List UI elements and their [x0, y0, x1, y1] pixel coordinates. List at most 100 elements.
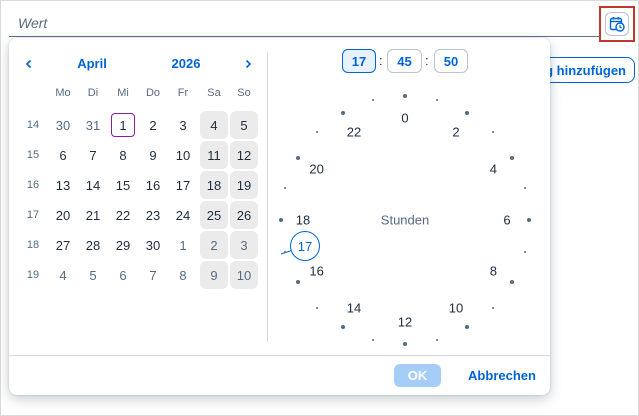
clock-center-label: Stunden	[380, 212, 430, 228]
day-cell[interactable]: 1	[169, 231, 197, 259]
clock-major-tick	[510, 156, 515, 160]
day-cell[interactable]: 5	[230, 111, 258, 139]
week-number: 17	[26, 209, 40, 221]
weekday-header: Fr	[177, 87, 189, 99]
datetime-picker-button[interactable]	[599, 6, 635, 42]
clock-major-tick	[403, 94, 407, 98]
day-cell[interactable]: 30	[49, 111, 77, 139]
day-cell[interactable]: 22	[109, 201, 137, 229]
ok-button[interactable]: OK	[394, 364, 441, 387]
day-cell[interactable]: 8	[169, 261, 197, 289]
day-cell[interactable]: 7	[139, 261, 167, 289]
clock-minor-tick	[284, 186, 287, 189]
value-field[interactable]	[9, 10, 632, 37]
day-cell[interactable]: 10	[169, 141, 197, 169]
day-cell[interactable]: 28	[79, 231, 107, 259]
weekday-header: Di	[87, 87, 99, 99]
day-cell[interactable]: 6	[49, 141, 77, 169]
day-cell[interactable]: 30	[139, 231, 167, 259]
day-cell[interactable]: 8	[109, 141, 137, 169]
next-month-button[interactable]	[238, 54, 258, 74]
popover-footer: OK Abbrechen	[9, 355, 550, 395]
day-cell[interactable]: 13	[49, 171, 77, 199]
day-cell[interactable]: 4	[200, 111, 228, 139]
value-input[interactable]	[9, 10, 599, 36]
day-cell[interactable]: 29	[109, 231, 137, 259]
weekday-header: Mi	[117, 87, 129, 99]
clock-hour-label[interactable]: 0	[401, 111, 408, 126]
day-cell[interactable]: 31	[79, 111, 107, 139]
day-cell[interactable]: 20	[49, 201, 77, 229]
day-cell[interactable]: 9	[139, 141, 167, 169]
day-cell[interactable]: 12	[230, 141, 258, 169]
day-cell[interactable]: 9	[200, 261, 228, 289]
clock-minor-tick	[491, 306, 494, 309]
day-cell[interactable]: 19	[230, 171, 258, 199]
day-cell[interactable]: 15	[109, 171, 137, 199]
clock-major-tick	[341, 325, 345, 330]
day-cell[interactable]: 21	[79, 201, 107, 229]
clock-hour-label[interactable]: 6	[503, 213, 510, 228]
clock-minor-tick	[523, 186, 526, 189]
calendar-clock-icon	[609, 17, 625, 32]
clock-minor-tick	[371, 99, 374, 102]
prev-month-button[interactable]	[19, 54, 39, 74]
day-cell[interactable]: 5	[79, 261, 107, 289]
day-cell[interactable]: 3	[230, 231, 258, 259]
day-cell[interactable]: 27	[49, 231, 77, 259]
weekday-header: Mo	[55, 87, 71, 99]
day-cell[interactable]: 11	[200, 141, 228, 169]
hours-clock[interactable]: Stunden 17 0 2 4 6 8 10 12 14 16 18 20 22	[277, 78, 537, 358]
clock-minor-tick	[436, 338, 439, 341]
day-cell[interactable]: 23	[139, 201, 167, 229]
clock-hour-label[interactable]: 10	[449, 301, 463, 316]
clock-major-tick	[341, 110, 345, 115]
clock-major-tick	[465, 325, 469, 330]
day-cell[interactable]: 24	[169, 201, 197, 229]
day-cell[interactable]: 7	[79, 141, 107, 169]
month-button[interactable]: April	[67, 54, 117, 74]
clock-minor-tick	[316, 306, 319, 309]
day-cell[interactable]: 2	[139, 111, 167, 139]
selected-hour[interactable]: 17	[290, 231, 320, 261]
week-number: 14	[26, 119, 40, 131]
day-cell[interactable]: 2	[200, 231, 228, 259]
weekday-header: Sa	[207, 87, 221, 99]
chevron-right-icon	[245, 59, 252, 69]
week-number: 18	[26, 239, 40, 251]
clock-minor-tick	[491, 131, 494, 134]
day-cell-today[interactable]: 1	[109, 111, 137, 139]
clock-hour-label[interactable]: 8	[490, 264, 497, 279]
clock-hour-label[interactable]: 12	[398, 315, 412, 330]
day-cell[interactable]: 3	[169, 111, 197, 139]
clock-hour-label[interactable]: 4	[490, 162, 497, 177]
day-cell[interactable]: 17	[169, 171, 197, 199]
day-cell[interactable]: 6	[109, 261, 137, 289]
clock-major-tick	[465, 110, 469, 115]
minutes-field[interactable]: 45	[387, 49, 422, 73]
day-cell[interactable]: 10	[230, 261, 258, 289]
day-cell[interactable]: 25	[200, 201, 228, 229]
clock-hour-label[interactable]: 16	[309, 264, 323, 279]
hours-field[interactable]: 17	[342, 49, 376, 73]
week-number: 19	[26, 269, 40, 281]
clock-minor-tick	[523, 251, 526, 254]
day-cell[interactable]: 18	[200, 171, 228, 199]
time-separator: :	[379, 53, 383, 68]
day-cell[interactable]: 26	[230, 201, 258, 229]
weekday-header: So	[237, 87, 251, 99]
clock-hour-label[interactable]: 14	[347, 301, 361, 316]
week-number: 15	[26, 149, 40, 161]
day-cell[interactable]: 4	[49, 261, 77, 289]
clock-hour-label[interactable]: 20	[309, 162, 323, 177]
clock-major-tick	[527, 218, 531, 222]
day-cell[interactable]: 16	[139, 171, 167, 199]
day-cell[interactable]: 14	[79, 171, 107, 199]
year-button[interactable]: 2026	[161, 54, 211, 74]
seconds-field[interactable]: 50	[434, 49, 468, 73]
cancel-button[interactable]: Abbrechen	[462, 364, 542, 387]
clock-hour-label[interactable]: 22	[347, 124, 361, 139]
picker-icon-box[interactable]	[605, 12, 629, 36]
clock-hour-label[interactable]: 2	[452, 124, 459, 139]
clock-hour-label[interactable]: 18	[296, 213, 310, 228]
